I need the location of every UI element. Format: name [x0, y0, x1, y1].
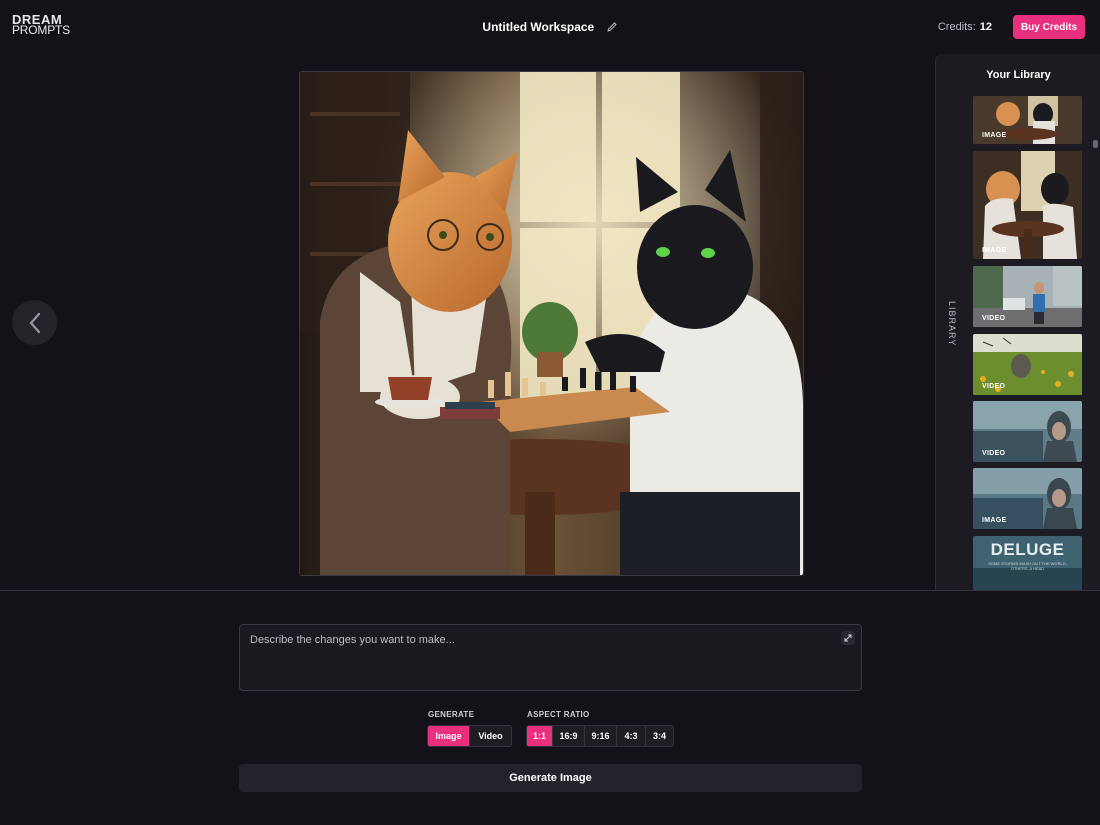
library-item-badge: IMAGE	[982, 517, 1007, 524]
prompt-box	[239, 624, 862, 691]
library-item-badge: IMAGE	[982, 132, 1007, 139]
library-item[interactable]: VIDEO	[973, 334, 1082, 395]
aspect-ratio-16-9[interactable]: 16:9	[552, 726, 584, 746]
aspect-ratio-3-4[interactable]: 3:4	[645, 726, 673, 746]
library-item-subtitle: SOME STORMS WASH OUT THE WORLD, OTHERS, …	[988, 561, 1067, 571]
generated-image[interactable]	[299, 71, 804, 576]
library-item[interactable]: IMAGE	[973, 96, 1082, 144]
credits-label: Credits:	[937, 21, 976, 33]
pencil-icon[interactable]	[606, 21, 618, 33]
credits-display: Credits: 12	[938, 21, 992, 33]
generate-label: GENERATE	[428, 710, 475, 719]
aspect-ratio-9-16[interactable]: 9:16	[584, 726, 616, 746]
generate-option-video[interactable]: Video	[469, 726, 511, 746]
buy-credits-button[interactable]: Buy Credits	[1013, 15, 1085, 39]
aspect-ratio-label: ASPECT RATIO	[527, 710, 590, 719]
credits-value: 12	[979, 21, 992, 33]
library-tab-label: LIBRARY	[947, 301, 957, 347]
library-title: Your Library	[986, 69, 1051, 81]
prompt-input[interactable]	[248, 633, 832, 647]
library-item-badge: VIDEO	[982, 450, 1006, 457]
library-item-badge: VIDEO	[982, 383, 1006, 390]
library-item[interactable]: IMAGE	[973, 151, 1082, 259]
generate-option-image[interactable]: Image	[428, 726, 469, 746]
library-item[interactable]: VIDEO	[973, 401, 1082, 462]
library-scrollbar[interactable]	[1093, 140, 1098, 148]
expand-icon[interactable]	[841, 631, 855, 645]
generate-type-selector: Image Video	[427, 725, 512, 747]
library-list: IMAGE IMAGE VIDEO VIDEO VIDEO IMAGE DELU…	[973, 96, 1085, 590]
library-item[interactable]: DELUGE SOME STORMS WASH OUT THE WORLD, O…	[973, 536, 1082, 590]
library-item-badge: VIDEO	[982, 315, 1006, 322]
generate-image-button[interactable]: Generate Image	[239, 764, 862, 792]
library-item[interactable]: IMAGE	[973, 468, 1082, 529]
aspect-ratio-1-1[interactable]: 1:1	[527, 726, 552, 746]
previous-button[interactable]	[12, 300, 57, 345]
workspace-header: Untitled Workspace	[0, 19, 1100, 34]
library-tab[interactable]: LIBRARY	[939, 301, 969, 346]
library-panel: Your Library LIBRARY IMAGE IMAGE VIDEO V…	[935, 54, 1100, 590]
library-item-badge: IMAGE	[982, 247, 1007, 254]
aspect-ratio-selector: 1:1 16:9 9:16 4:3 3:4	[526, 725, 674, 747]
chevron-left-icon	[29, 312, 40, 333]
library-item[interactable]: VIDEO	[973, 266, 1082, 327]
workspace-title[interactable]: Untitled Workspace	[482, 20, 594, 34]
aspect-ratio-4-3[interactable]: 4:3	[616, 726, 645, 746]
divider	[0, 590, 1100, 591]
library-item-title: DELUGE	[990, 540, 1065, 559]
